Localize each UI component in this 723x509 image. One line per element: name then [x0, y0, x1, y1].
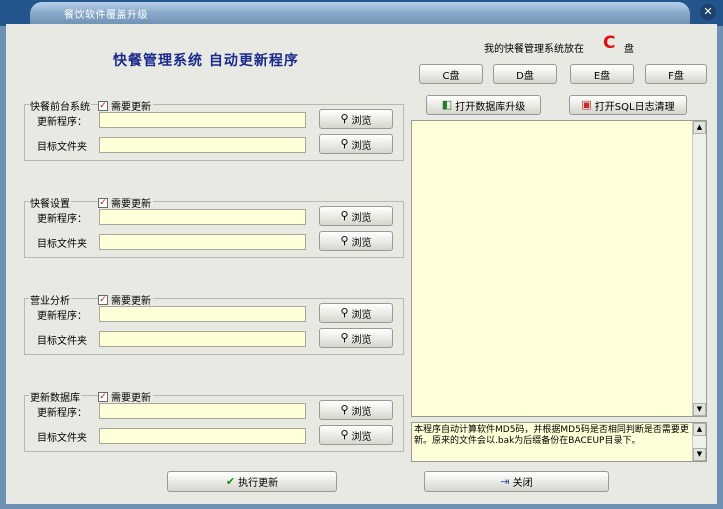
program-label: 更新程序： — [37, 214, 87, 225]
group-title: 更新数据库 — [29, 389, 81, 404]
magnifier-icon: ⚲ — [340, 209, 349, 222]
checkbox-checked-icon[interactable]: ✓ — [98, 100, 108, 111]
db-upgrade-icon: ◧ — [441, 98, 453, 111]
browse-folder-button[interactable]: ⚲ 浏览 — [319, 134, 393, 154]
magnifier-icon: ⚲ — [340, 137, 349, 150]
exit-icon: ⇥ — [500, 474, 510, 488]
note-scrollbar[interactable]: ▲ ▼ — [692, 423, 706, 461]
magnifier-icon: ⚲ — [340, 428, 349, 441]
drive-c-button[interactable]: C盘 — [419, 64, 483, 84]
browse-program-button[interactable]: ⚲ 浏览 — [319, 109, 393, 129]
folder-label: 目标文件夹 — [37, 142, 87, 153]
title-bar: 餐饮软件覆盖升级 ✕ — [0, 0, 723, 26]
drive-f-button[interactable]: F盘 — [645, 64, 707, 84]
program-label: 更新程序： — [37, 117, 87, 128]
folder-label: 目标文件夹 — [37, 433, 87, 444]
close-icon[interactable]: ✕ — [700, 4, 716, 20]
log-textarea[interactable]: ▲ ▼ — [411, 120, 707, 417]
note-textarea[interactable]: 本程序自动计算软件MD5码，并根据MD5码是否相同判断是否需要更新。原来的文件会… — [411, 422, 707, 462]
need-update-checkbox[interactable]: ✓ 需要更新 — [98, 98, 153, 113]
scroll-up-icon[interactable]: ▲ — [693, 121, 706, 134]
program-label: 更新程序： — [37, 311, 87, 322]
drive-note: 我的快餐管理系统放在 — [484, 44, 584, 55]
program-path-input[interactable] — [99, 112, 306, 128]
group-analysis: 营业分析 ✓ 需要更新 更新程序： ⚲ 浏览 目标文件夹 ⚲ 浏览 — [24, 292, 404, 355]
scroll-down-icon[interactable]: ▼ — [693, 403, 706, 416]
checkmark-icon: ✔ — [225, 474, 236, 488]
browse-folder-button[interactable]: ⚲ 浏览 — [319, 425, 393, 445]
app-window: 餐饮软件覆盖升级 ✕ 快餐管理系统 自动更新程序 我的快餐管理系统放在 C 盘 … — [0, 0, 723, 509]
need-update-checkbox[interactable]: ✓ 需要更新 — [98, 292, 153, 307]
magnifier-icon: ⚲ — [340, 306, 349, 319]
browse-program-button[interactable]: ⚲ 浏览 — [319, 303, 393, 323]
magnifier-icon: ⚲ — [340, 234, 349, 247]
note-text: 本程序自动计算软件MD5码，并根据MD5码是否相同判断是否需要更新。原来的文件会… — [414, 425, 689, 446]
need-update-checkbox[interactable]: ✓ 需要更新 — [98, 195, 153, 210]
sql-cleanup-icon: ▣ — [581, 98, 592, 111]
magnifier-icon: ⚲ — [340, 331, 349, 344]
program-path-input[interactable] — [99, 209, 306, 225]
folder-path-input[interactable] — [99, 428, 306, 444]
execute-update-button[interactable]: ✔ 执行更新 — [167, 471, 337, 492]
checkbox-checked-icon[interactable]: ✓ — [98, 391, 108, 402]
magnifier-icon: ⚲ — [340, 112, 349, 125]
group-title: 营业分析 — [29, 292, 71, 307]
browse-folder-button[interactable]: ⚲ 浏览 — [319, 328, 393, 348]
browse-folder-button[interactable]: ⚲ 浏览 — [319, 231, 393, 251]
checkbox-checked-icon[interactable]: ✓ — [98, 294, 108, 305]
scroll-down-icon[interactable]: ▼ — [693, 448, 706, 461]
need-update-checkbox[interactable]: ✓ 需要更新 — [98, 389, 153, 404]
magnifier-icon: ⚲ — [340, 403, 349, 416]
log-scrollbar[interactable]: ▲ ▼ — [692, 121, 706, 416]
drive-d-button[interactable]: D盘 — [493, 64, 557, 84]
page-title: 快餐管理系统 自动更新程序 — [113, 53, 299, 69]
group-settings: 快餐设置 ✓ 需要更新 更新程序： ⚲ 浏览 目标文件夹 ⚲ 浏览 — [24, 195, 404, 258]
folder-path-input[interactable] — [99, 137, 306, 153]
scroll-up-icon[interactable]: ▲ — [693, 423, 706, 436]
folder-path-input[interactable] — [99, 331, 306, 347]
window-title: 餐饮软件覆盖升级 — [64, 10, 148, 21]
open-sql-log-cleanup-button[interactable]: ▣ 打开SQL日志清理 — [569, 95, 687, 115]
checkbox-checked-icon[interactable]: ✓ — [98, 197, 108, 208]
browse-program-button[interactable]: ⚲ 浏览 — [319, 400, 393, 420]
group-title: 快餐设置 — [29, 195, 71, 210]
group-title: 快餐前台系统 — [29, 98, 91, 113]
folder-label: 目标文件夹 — [37, 239, 87, 250]
group-frontend: 快餐前台系统 ✓ 需要更新 更新程序： ⚲ 浏览 目标文件夹 ⚲ 浏览 — [24, 98, 404, 161]
folder-label: 目标文件夹 — [37, 336, 87, 347]
drive-unit: 盘 — [624, 44, 634, 55]
program-path-input[interactable] — [99, 306, 306, 322]
folder-path-input[interactable] — [99, 234, 306, 250]
selected-drive-letter: C — [603, 33, 616, 53]
group-database: 更新数据库 ✓ 需要更新 更新程序： ⚲ 浏览 目标文件夹 ⚲ 浏览 — [24, 389, 404, 452]
browse-program-button[interactable]: ⚲ 浏览 — [319, 206, 393, 226]
close-button[interactable]: ⇥ 关闭 — [424, 471, 609, 492]
program-label: 更新程序： — [37, 408, 87, 419]
program-path-input[interactable] — [99, 403, 306, 419]
drive-e-button[interactable]: E盘 — [570, 64, 634, 84]
open-db-upgrade-button[interactable]: ◧ 打开数据库升级 — [426, 95, 541, 115]
